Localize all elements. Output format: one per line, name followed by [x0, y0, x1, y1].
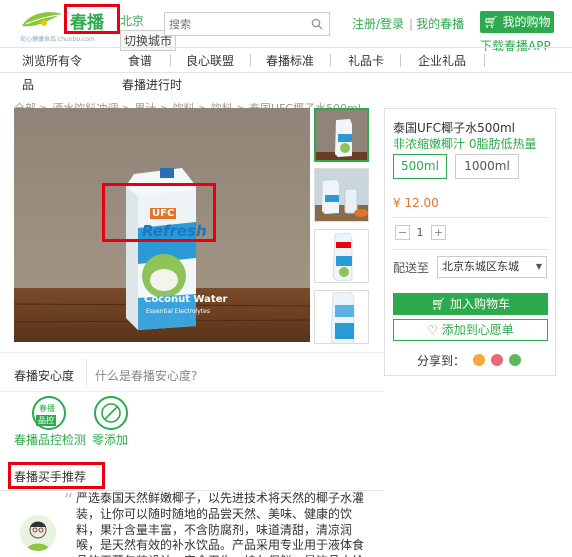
quote-mark: “ — [64, 490, 74, 511]
ship-to-label: 配送至 — [393, 261, 430, 275]
qq-icon[interactable] — [491, 354, 503, 366]
quantity-plus-button[interactable]: + — [431, 225, 446, 240]
quantity-value[interactable]: 1 — [413, 225, 427, 240]
search-icon[interactable] — [311, 18, 323, 30]
quantity-minus-button[interactable]: − — [395, 225, 410, 240]
nav-item-recipes[interactable]: 食谱 — [128, 52, 152, 69]
ship-to-select[interactable]: 北京东城区东城 ▼ — [437, 256, 547, 278]
register-login-link[interactable]: 注册/登录 — [352, 17, 404, 31]
nav-item-alliance[interactable]: 良心联盟 — [186, 52, 234, 69]
thumbnail-photo — [315, 291, 368, 343]
coconut-water-text: Coconut Water — [144, 294, 228, 305]
add-to-cart-label: 加入购物车 — [450, 297, 511, 311]
wechat-icon[interactable] — [509, 354, 521, 366]
logo-text: 春播 — [70, 13, 104, 33]
spec-option-1000ml[interactable]: 1000ml — [455, 154, 519, 179]
electrolytes-text: Essential Electrolytes — [146, 308, 211, 315]
add-to-wishlist-label: 添加到心愿单 — [441, 323, 514, 337]
product-name: 泰国UFC椰子水500ml — [393, 121, 515, 135]
nav-item-goods[interactable]: 品 — [22, 76, 34, 93]
divider — [86, 359, 87, 387]
my-cart-label: 我的购物 — [502, 15, 551, 29]
anxin-question-link[interactable]: 什么是春播安心度? — [95, 367, 197, 384]
divider — [393, 217, 549, 218]
recommend-title: 春播买手推荐 — [14, 470, 87, 484]
ship-to-value: 北京东城区东城 — [442, 260, 519, 273]
image-highlight-box — [102, 183, 216, 242]
spec-option-500ml[interactable]: 500ml — [393, 154, 447, 179]
divider: | — [409, 17, 414, 31]
search-input[interactable] — [165, 13, 305, 35]
quality-check-label: 春播品控检测 — [14, 433, 87, 447]
anxin-bar: 春播安心度 什么是春播安心度? — [0, 352, 384, 392]
current-city[interactable]: 北京 — [120, 12, 144, 29]
nav-divider — [170, 54, 171, 67]
zero-additive-glyph — [101, 403, 121, 423]
weibo-icon[interactable] — [473, 354, 485, 366]
product-info-panel: 泰国UFC椰子水500ml 非浓缩嫩椰汁 0脂肪低热量 500ml 1000ml… — [384, 108, 556, 376]
breadcrumb[interactable]: 全部 > 酒水饮料冲调 > 果汁 > 饮料 > 饮料 > 泰国UFC椰子水500… — [14, 100, 364, 108]
nav-item-gift-card[interactable]: 礼品卡 — [348, 52, 384, 69]
my-cart-button[interactable]: 🛒︎ 我的购物 — [480, 11, 554, 33]
product-description: 非浓缩嫩椰汁 0脂肪低热量 — [393, 137, 537, 151]
share-label: 分享到： — [417, 354, 466, 368]
add-to-wishlist-button[interactable]: ♡ 添加到心愿单 — [393, 319, 548, 341]
nav-divider — [330, 54, 331, 67]
avatar — [20, 515, 56, 551]
quality-check-badge-bottom: 品控 — [36, 415, 56, 426]
heart-icon: ♡ — [427, 323, 438, 337]
nav-divider — [250, 54, 251, 67]
nav-item-browse-all[interactable]: 浏览所有令 — [22, 52, 82, 69]
thumbnail-1[interactable] — [314, 108, 369, 162]
recommend-text: 严选泰国天然鲜嫩椰子，以先进技术将天然的椰子水灌装，让你可以随时随地的品尝天然、… — [76, 491, 365, 557]
thumbnail-3[interactable] — [314, 229, 369, 283]
thumbnail-photo — [316, 110, 367, 160]
cart-icon: 🛒︎ — [430, 297, 447, 311]
nav-divider — [484, 54, 485, 67]
nav-item-in-progress[interactable]: 春播进行时 — [122, 76, 182, 93]
zero-additive-label: 零添加 — [92, 433, 129, 447]
zero-additive-icon — [94, 396, 128, 430]
logo-tagline: 安心健康食品 chunbo.com — [20, 36, 95, 43]
main-nav: 浏览所有令 食谱 良心联盟 春播标准 礼品卡 企业礼品 — [0, 47, 572, 73]
nav-divider — [400, 54, 401, 67]
thumbnail-photo — [315, 230, 368, 282]
my-chunbo-link[interactable]: 我的春播 — [416, 17, 464, 31]
cart-icon: 🛒︎ — [483, 15, 499, 29]
quality-check-badge-top: 春播 — [39, 404, 55, 413]
divider — [393, 249, 549, 250]
buyer-avatar-icon — [20, 515, 56, 551]
nav-row-2: 品 春播进行时 — [0, 74, 572, 96]
search-box[interactable] — [164, 12, 330, 36]
thumbnail-4[interactable] — [314, 290, 369, 344]
product-price: ¥ 12.00 — [393, 196, 439, 210]
nav-item-standard[interactable]: 春播标准 — [266, 52, 314, 69]
thumbnail-2[interactable] — [314, 168, 369, 222]
thumbnail-photo — [315, 169, 368, 221]
logo[interactable]: 春播 安心健康食品 chunbo.com — [20, 4, 120, 43]
caret-down-icon: ▼ — [535, 262, 542, 271]
add-to-cart-button[interactable]: 🛒︎ 加入购物车 — [393, 293, 548, 315]
leaf-logo-icon — [22, 12, 62, 27]
top-links: 注册/登录 | 我的春播 — [352, 15, 466, 32]
anxin-title: 春播安心度 — [14, 369, 75, 383]
quality-check-icon: 春播 品控 — [32, 396, 66, 430]
nav-item-corporate-gifts[interactable]: 企业礼品 — [418, 52, 466, 69]
